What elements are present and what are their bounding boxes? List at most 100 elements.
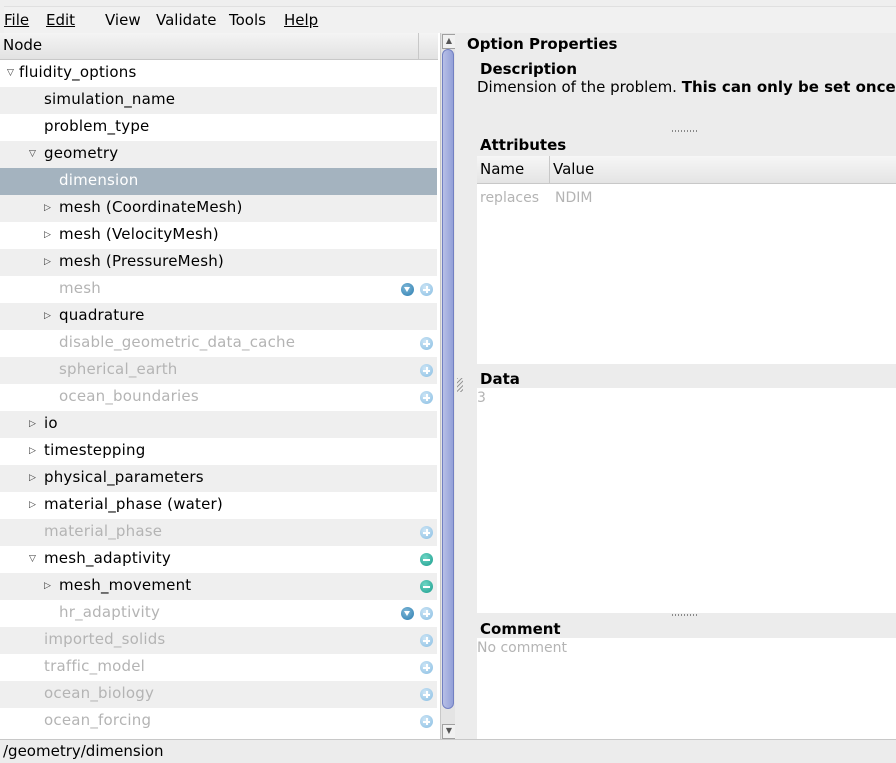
menu-view[interactable]: View: [105, 10, 141, 30]
divider-grip-icon[interactable]: [457, 378, 463, 392]
tree-row-label: problem_type: [44, 117, 150, 135]
tree-row[interactable]: simulation_name: [0, 87, 437, 114]
menu-edit[interactable]: Edit: [46, 10, 75, 30]
tree-row-label: physical_parameters: [44, 468, 204, 486]
comment-area[interactable]: No comment: [477, 638, 896, 739]
tree-row[interactable]: mesh: [0, 276, 437, 303]
tree-row-label: fluidity_options: [19, 63, 137, 81]
tree-row[interactable]: ▽ geometry: [0, 141, 437, 168]
tree-row[interactable]: hr_adaptivity: [0, 600, 437, 627]
tree-row[interactable]: problem_type: [0, 114, 437, 141]
tree-row-label: quadrature: [59, 306, 145, 324]
remove-icon[interactable]: [420, 580, 433, 593]
expander-expanded-icon[interactable]: ▽: [7, 68, 14, 78]
tree-row[interactable]: ▷ timestepping: [0, 438, 437, 465]
expander-collapsed-icon[interactable]: ▷: [29, 500, 36, 510]
tree-row[interactable]: ocean_forcing: [0, 708, 437, 735]
tree-row-label: mesh (CoordinateMesh): [59, 198, 243, 216]
expander-expanded-icon[interactable]: ▽: [29, 554, 36, 564]
expander-collapsed-icon[interactable]: ▷: [44, 203, 51, 213]
status-path: /geometry/dimension: [3, 742, 164, 760]
add-icon[interactable]: [420, 661, 433, 674]
add-icon[interactable]: [420, 364, 433, 377]
attr-column-name-label: Name: [480, 160, 525, 178]
attr-column-name[interactable]: Name: [477, 156, 550, 184]
tree-row[interactable]: ▽ fluidity_options: [0, 60, 437, 87]
expander-collapsed-icon[interactable]: ▷: [44, 311, 51, 321]
tree-row[interactable]: ocean_biology: [0, 681, 437, 708]
tree-row[interactable]: ▷ material_phase (water): [0, 492, 437, 519]
tree-row-label: ocean_boundaries: [59, 387, 199, 405]
status-bar: /geometry/dimension: [0, 739, 896, 763]
add-icon[interactable]: [420, 634, 433, 647]
tree-row-label: simulation_name: [44, 90, 176, 108]
expander-collapsed-icon[interactable]: ▷: [44, 257, 51, 267]
tree-row[interactable]: ▷ mesh_movement: [0, 573, 437, 600]
expander-expanded-icon[interactable]: ▽: [29, 149, 36, 159]
menu-bar-inner: File Edit View Validate Tools Help: [4, 6, 896, 33]
tree-row[interactable]: disable_geometric_data_cache: [0, 330, 437, 357]
pane-divider[interactable]: [455, 33, 467, 739]
tree-scrollbar[interactable]: ▲ ▼: [440, 33, 456, 739]
add-icon[interactable]: [420, 715, 433, 728]
expander-collapsed-icon[interactable]: ▷: [29, 446, 36, 456]
tree-row[interactable]: imported_solids: [0, 627, 437, 654]
description-bold: This can only be set once: [681, 78, 896, 96]
add-icon[interactable]: [420, 688, 433, 701]
tree-row[interactable]: material_phase: [0, 519, 437, 546]
remove-icon[interactable]: [420, 553, 433, 566]
expander-collapsed-icon[interactable]: ▷: [44, 230, 51, 240]
expander-collapsed-icon[interactable]: ▷: [29, 473, 36, 483]
options-tree[interactable]: Node ▽ fluidity_options simulation_namepro…: [0, 33, 440, 739]
tree-row[interactable]: ▷ physical_parameters: [0, 465, 437, 492]
add-icon[interactable]: [420, 337, 433, 350]
tree-row[interactable]: ▷ mesh (PressureMesh): [0, 249, 437, 276]
description-plain: Dimension of the problem.: [477, 78, 682, 96]
menu-tools[interactable]: Tools: [229, 10, 266, 30]
tree-row[interactable]: spherical_earth: [0, 357, 437, 384]
tree-column-header-label: Node: [3, 36, 43, 54]
expander-collapsed-icon[interactable]: ▷: [44, 581, 51, 591]
scrollbar-thumb[interactable]: [442, 49, 454, 709]
tree-row[interactable]: ▷ mesh (CoordinateMesh): [0, 195, 437, 222]
add-icon[interactable]: [420, 607, 433, 620]
tree-row-label: io: [44, 414, 58, 432]
scroll-down-arrow-icon[interactable]: ▼: [442, 724, 456, 739]
tree-column-header[interactable]: Node: [0, 33, 418, 60]
menu-validate[interactable]: Validate: [156, 10, 216, 30]
menu-file[interactable]: File: [4, 10, 29, 30]
tree-row[interactable]: ▽ mesh_adaptivity: [0, 546, 437, 573]
tree-row-label: mesh (VelocityMesh): [59, 225, 219, 243]
add-icon[interactable]: [420, 391, 433, 404]
attr-value: NDIM: [555, 190, 593, 206]
tree-row-label: mesh_adaptivity: [44, 549, 171, 567]
attributes-title: Attributes: [480, 136, 567, 154]
choice-down-icon[interactable]: [401, 283, 414, 296]
pane-grip-description[interactable]: [672, 130, 698, 132]
add-icon[interactable]: [420, 526, 433, 539]
tree-row[interactable]: ocean_boundaries: [0, 384, 437, 411]
tree-row-label: mesh: [59, 279, 101, 297]
data-title: Data: [480, 370, 520, 388]
add-icon[interactable]: [420, 283, 433, 296]
description-title: Description: [480, 60, 578, 78]
menu-help[interactable]: Help: [284, 10, 318, 30]
choice-down-icon[interactable]: [401, 607, 414, 620]
tree-row-label: material_phase (water): [44, 495, 223, 513]
tree-row[interactable]: ▷ mesh (VelocityMesh): [0, 222, 437, 249]
expander-collapsed-icon[interactable]: ▷: [29, 419, 36, 429]
tree-row-label: hr_adaptivity: [59, 603, 161, 621]
data-area[interactable]: 3: [477, 388, 896, 613]
scroll-up-arrow-icon[interactable]: ▲: [442, 34, 456, 49]
tree-row-label: ocean_forcing: [44, 711, 152, 729]
tree-row-label: disable_geometric_data_cache: [59, 333, 296, 351]
menu-file-label: File: [4, 11, 30, 29]
tree-row[interactable]: traffic_model: [0, 654, 437, 681]
option-properties-panel: Option Properties Description Dimension …: [467, 33, 896, 739]
attributes-table[interactable]: Name Value replaces NDIM: [477, 156, 896, 364]
tree-row[interactable]: dimension: [0, 168, 437, 195]
pane-grip-comment[interactable]: [672, 614, 698, 616]
attr-column-value[interactable]: Value: [550, 156, 896, 184]
tree-row[interactable]: ▷ quadrature: [0, 303, 437, 330]
tree-row[interactable]: ▷ io: [0, 411, 437, 438]
